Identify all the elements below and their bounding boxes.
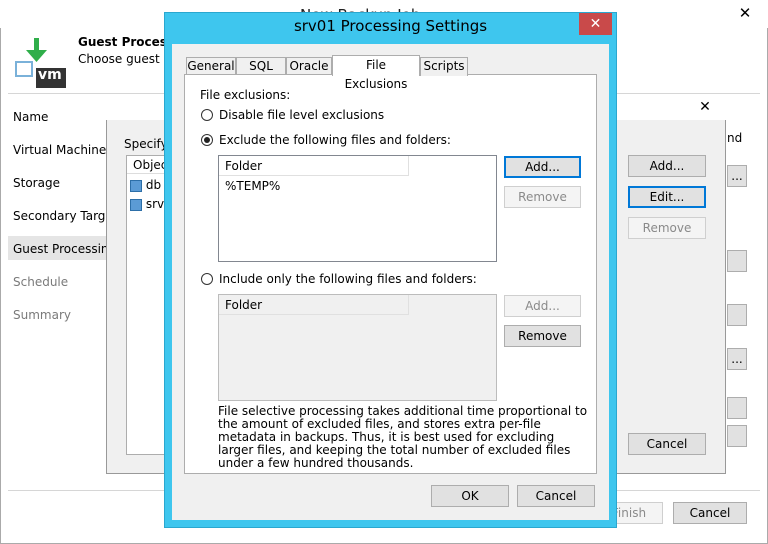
nav-item-storage[interactable]: Storage [13, 176, 60, 190]
include-remove-button[interactable]: Remove [504, 325, 581, 347]
objects-list-header: Object [127, 156, 172, 174]
list-item-label: db [145, 178, 162, 192]
nav-item-name[interactable]: Name [13, 110, 48, 124]
close-icon[interactable]: ✕ [579, 13, 612, 35]
cancel-button[interactable]: Cancel [517, 485, 595, 507]
guest-dialog-text-fragment: nd [727, 131, 743, 145]
tab-scripts[interactable]: Scripts [420, 57, 468, 76]
guest-add-button[interactable]: Add... [628, 155, 706, 177]
radio-include-files[interactable] [201, 273, 213, 285]
tab-file-exclusions[interactable]: File Exclusions [332, 55, 420, 91]
exclude-add-button[interactable]: Add... [504, 156, 581, 178]
list-item-label: srv [145, 197, 165, 211]
wizard-partial-button-4[interactable]: ... [727, 348, 747, 370]
list-item[interactable]: srv [130, 197, 164, 211]
list-item[interactable]: db [130, 178, 161, 192]
guest-dialog-close-icon[interactable]: ✕ [690, 97, 720, 117]
dialog-title: srv01 Processing Settings [293, 17, 488, 35]
ok-button[interactable]: OK [431, 485, 509, 507]
guest-dialog-instruction: Specify [124, 137, 168, 151]
wizard-partial-button-2[interactable] [727, 250, 747, 272]
file-processing-note: File selective processing takes addition… [218, 404, 588, 470]
nav-item-schedule[interactable]: Schedule [13, 275, 68, 289]
wizard-partial-button-3[interactable] [727, 304, 747, 326]
exclude-list-header: Folder [219, 156, 409, 176]
vm-icon [130, 198, 142, 211]
wizard-partial-button-1[interactable]: ... [727, 165, 747, 187]
exclude-remove-button[interactable]: Remove [504, 186, 581, 208]
include-list-header: Folder [219, 295, 409, 315]
include-folders-list[interactable]: Folder [218, 294, 497, 401]
guest-cancel-button[interactable]: Cancel [628, 433, 706, 455]
logo-text: vm [38, 67, 62, 83]
wizard-partial-button-6[interactable] [727, 425, 747, 447]
radio-exclude-files-label[interactable]: Exclude the following files and folders: [219, 133, 451, 147]
file-exclusions-label: File exclusions: [200, 88, 291, 102]
radio-disable-exclusions[interactable] [201, 109, 213, 121]
nav-item-guest-processing[interactable]: Guest Processing [13, 242, 116, 256]
radio-include-files-label[interactable]: Include only the following files and fol… [219, 272, 477, 286]
wizard-close-icon[interactable]: ✕ [730, 2, 760, 24]
exclude-folders-list[interactable]: Folder %TEMP% [218, 155, 497, 262]
wizard-partial-button-5[interactable] [727, 397, 747, 419]
list-item[interactable]: %TEMP% [225, 179, 280, 193]
wizard-cancel-button[interactable]: Cancel [673, 502, 747, 524]
vm-icon [130, 179, 142, 192]
nav-item-virtual-machines[interactable]: Virtual Machines [13, 143, 113, 157]
radio-disable-exclusions-label[interactable]: Disable file level exclusions [219, 108, 384, 122]
include-add-button[interactable]: Add... [504, 295, 581, 317]
nav-item-secondary-target[interactable]: Secondary Target [13, 209, 118, 223]
guest-remove-button[interactable]: Remove [628, 217, 706, 239]
guest-edit-button[interactable]: Edit... [628, 186, 706, 208]
nav-item-summary[interactable]: Summary [13, 308, 71, 322]
radio-exclude-files[interactable] [201, 134, 213, 146]
